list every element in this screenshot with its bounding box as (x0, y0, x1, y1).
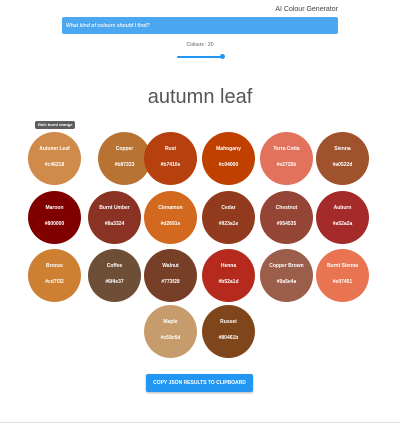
colour-swatch[interactable]: Cinnamon #d2691e (144, 191, 197, 244)
swatch-hex: #d2691e (160, 221, 181, 227)
swatch-hex: #cd7f32 (45, 279, 64, 285)
slider-thumb[interactable] (219, 54, 225, 59)
colour-swatch[interactable]: Mahogany #c04000 (202, 132, 255, 185)
swatch-name: Rust (164, 146, 177, 152)
swatch-hex: #800000 (44, 221, 65, 227)
colour-swatch[interactable]: Bronze #cd7f32 (28, 249, 81, 302)
swatch-hex: #a0522d (332, 162, 353, 168)
search-input[interactable] (66, 22, 334, 29)
bottom-divider (0, 422, 400, 423)
slider-fill (177, 56, 222, 58)
swatch-hex: #e2725b (276, 162, 297, 168)
swatch-hex: #954535 (276, 221, 297, 227)
swatch-name: Mahogany (216, 146, 241, 152)
colour-swatch[interactable]: Russet #80461b (202, 305, 255, 358)
colour-swatch[interactable]: Henna #b52a1d (202, 249, 255, 302)
swatch-tooltip: Rich burnt orange (35, 121, 76, 129)
colours-slider[interactable] (177, 54, 225, 59)
swatch-hex: #b52a1d (218, 279, 239, 285)
colour-swatch[interactable]: Maple #c69c6d (144, 305, 197, 358)
app-title: AI Colour Generator (275, 6, 338, 13)
swatch-name: Burnt Umber (99, 205, 130, 211)
swatch-name: Autumn Leaf (39, 146, 70, 152)
swatch-hex: #8a3324 (104, 221, 125, 227)
swatch-hex: #6f4e37 (105, 279, 124, 285)
colour-swatch[interactable]: Rust #b7410e (144, 132, 197, 185)
colour-swatch[interactable]: Sienna #a0522d (316, 132, 369, 185)
swatch-name: Copper Brown (269, 263, 304, 269)
swatch-name: Terra Cotta (273, 146, 300, 152)
swatch-name: Chestnut (275, 205, 298, 211)
colour-swatch[interactable]: Auburn #a52a2a (316, 191, 369, 244)
colour-swatch[interactable]: Terra Cotta #e2725b (260, 132, 313, 185)
swatch-name: Sienna (334, 146, 351, 152)
colour-swatch[interactable]: Maroon #800000 (28, 191, 81, 244)
swatch-hex: #c46218 (44, 162, 65, 168)
swatch-name: Bronze (46, 263, 63, 269)
colour-swatch[interactable]: Walnut #773f28 (144, 249, 197, 302)
swatch-name: Maroon (45, 205, 64, 211)
swatch-name: Auburn (333, 205, 352, 211)
swatch-hex: #a52a2a (332, 221, 353, 227)
swatch-hex: #c69c6d (160, 335, 181, 341)
colour-swatch[interactable]: Burnt Umber #8a3324 (88, 191, 141, 244)
swatch-name: Cedar (221, 205, 236, 211)
swatch-name: Walnut (162, 263, 179, 269)
colour-swatch[interactable]: Coffee #6f4e37 (88, 249, 141, 302)
colour-swatch[interactable]: Chestnut #954535 (260, 191, 313, 244)
results-heading: autumn leaf (147, 86, 253, 108)
colour-swatch[interactable]: Copper Brown #9a5e4a (260, 249, 313, 302)
copy-json-button[interactable]: COPY JSON RESULTS TO CLIPBOARD (146, 374, 253, 392)
swatch-hex: #b7410e (160, 162, 181, 168)
swatch-name: Henna (220, 263, 237, 269)
swatch-name: Cinnamon (158, 205, 183, 211)
colour-swatch[interactable]: Burnt Sienna #e97451 (316, 249, 369, 302)
colour-swatch[interactable]: Autumn Leaf #c46218 (28, 132, 81, 185)
swatch-name: Russet (220, 319, 237, 325)
swatch-hex: #e97451 (332, 279, 353, 285)
swatch-name: Maple (163, 319, 178, 325)
swatch-name: Burnt Sienna (326, 263, 359, 269)
swatch-hex: #80461b (218, 335, 239, 341)
swatch-hex: #c04000 (218, 162, 239, 168)
colours-count-label: Colours : 20 (186, 42, 214, 48)
swatch-hex: #773f28 (161, 279, 180, 285)
search-bar[interactable] (62, 17, 338, 34)
swatch-hex: #9a5e4a (276, 279, 297, 285)
colour-swatch[interactable]: Cedar #923a1e (202, 191, 255, 244)
swatch-hex: #923a1e (218, 221, 239, 227)
swatch-name: Coffee (106, 263, 123, 269)
